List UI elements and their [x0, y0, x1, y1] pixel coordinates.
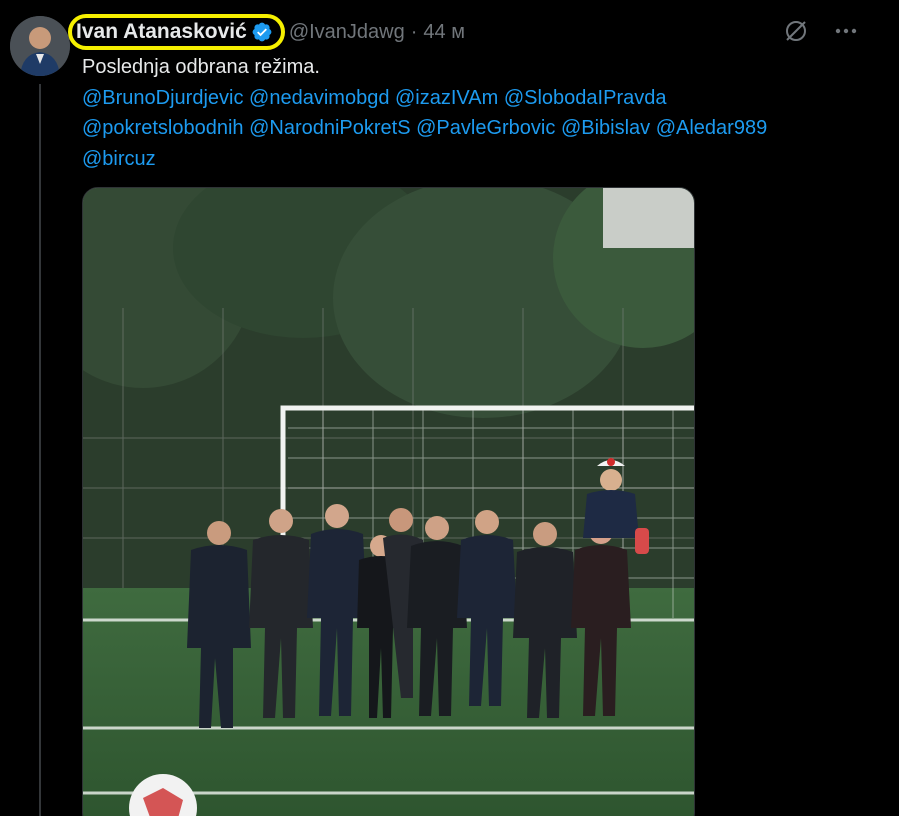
- tweet-header: Ivan Atanasković @IvanJdawg · 44 м: [68, 14, 465, 50]
- mention-link[interactable]: @BrunoDjurdjevic: [82, 87, 243, 109]
- tweet-body: Poslednja odbrana režima.: [82, 56, 320, 78]
- author-name[interactable]: Ivan Atanasković: [76, 20, 247, 44]
- mention-link[interactable]: @pokretslobodnih: [82, 117, 244, 139]
- verified-badge-icon: [252, 22, 272, 42]
- mention-link[interactable]: @PavleGrbovic: [416, 117, 555, 139]
- author-name-highlight[interactable]: Ivan Atanasković: [68, 14, 285, 50]
- scrollbar[interactable]: [889, 0, 899, 816]
- mention-link[interactable]: @Bibislav: [561, 117, 650, 139]
- mention-link[interactable]: @SlobodaIPravda: [504, 87, 667, 109]
- avatar[interactable]: [10, 16, 70, 76]
- tweet-page: Ivan Atanasković @IvanJdawg · 44 м Posle: [0, 0, 899, 816]
- author-handle[interactable]: @IvanJdawg: [289, 21, 405, 44]
- mention-link[interactable]: @bircuz: [82, 148, 156, 170]
- thread-line: [39, 84, 41, 816]
- tweet-actions: [781, 16, 861, 46]
- tweet-time[interactable]: 44 м: [423, 21, 465, 44]
- mention-link[interactable]: @NarodniPokretS: [249, 117, 410, 139]
- mention-link[interactable]: @nedavimobgd: [249, 87, 389, 109]
- more-icon[interactable]: [831, 16, 861, 46]
- header-separator: ·: [410, 20, 418, 43]
- mention-link[interactable]: @Aledar989: [656, 117, 767, 139]
- grok-icon[interactable]: [781, 16, 811, 46]
- tweet-media-image[interactable]: [82, 187, 695, 816]
- mention-link[interactable]: @izazIVAm: [395, 87, 498, 109]
- tweet-text: Poslednja odbrana režima. @BrunoDjurdjev…: [82, 52, 882, 174]
